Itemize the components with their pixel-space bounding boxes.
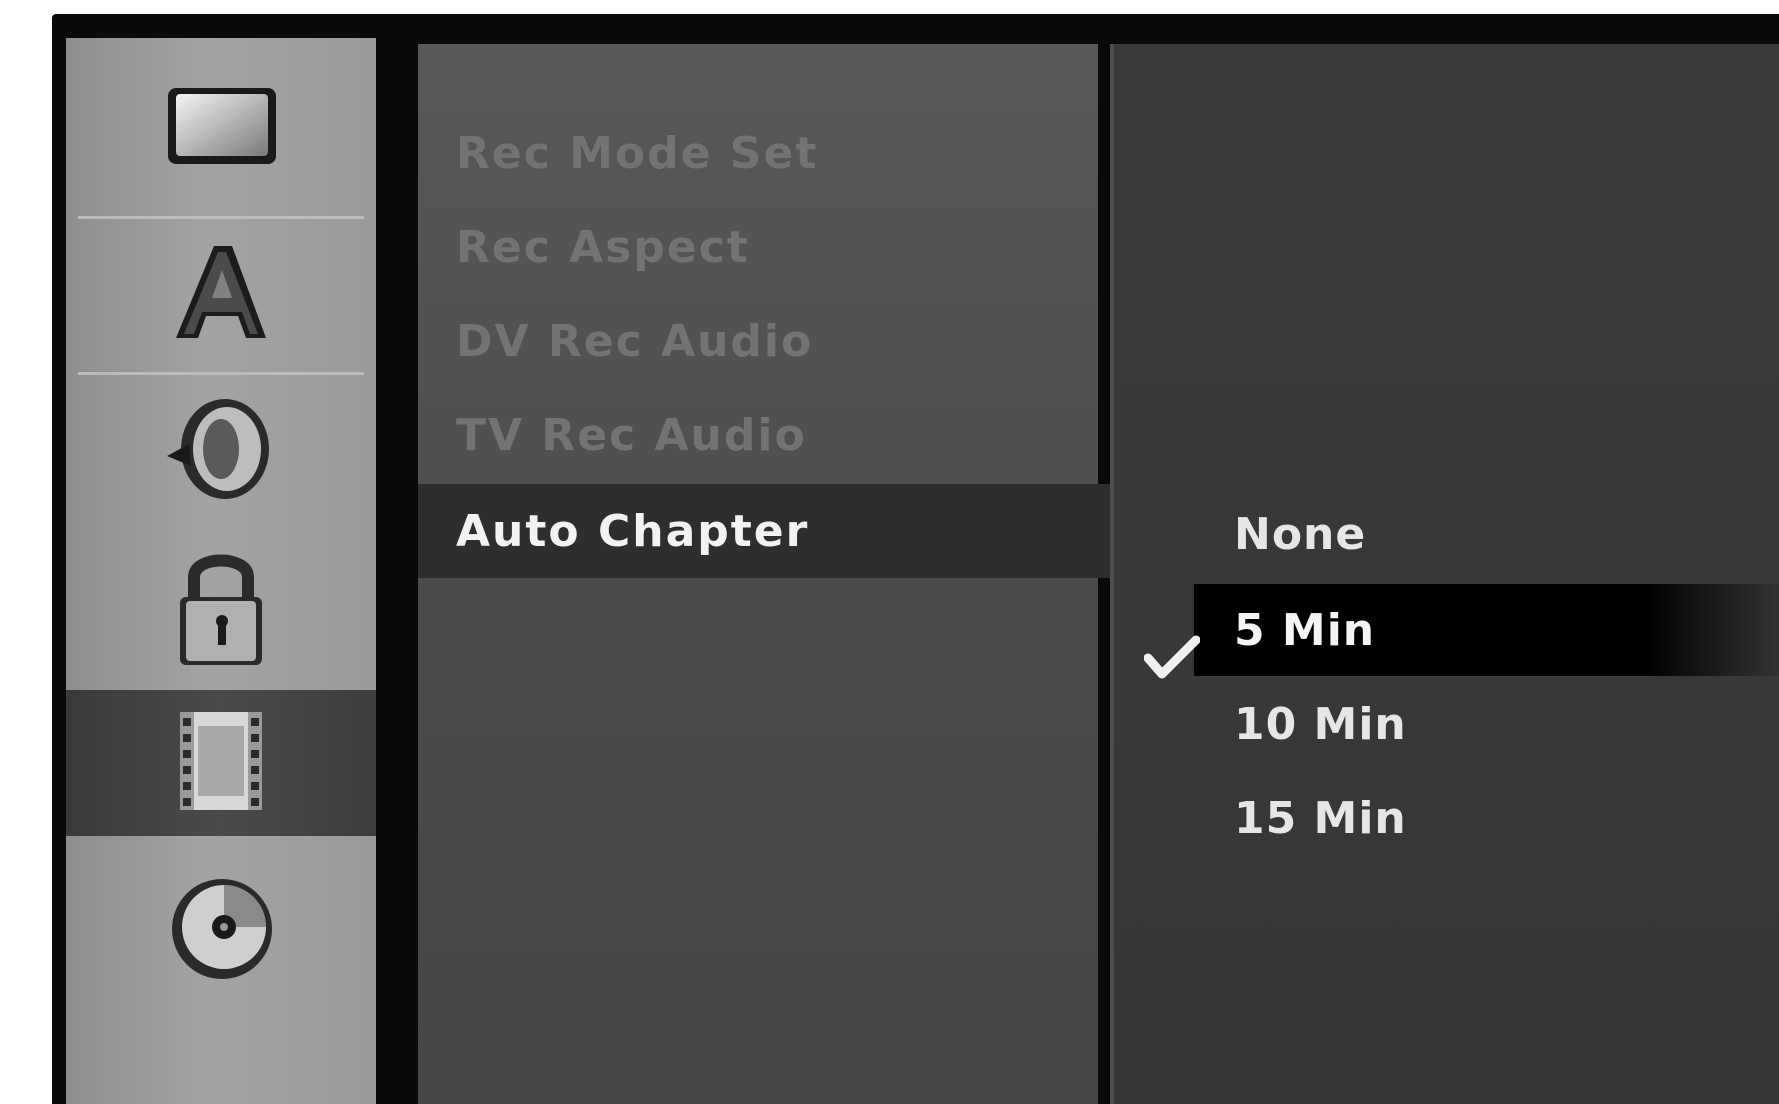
sidebar-item-recording[interactable] [66, 690, 376, 836]
language-icon [166, 238, 276, 352]
auto-chapter-options: None 5 Min 10 Min 15 Min [1110, 44, 1779, 1104]
sidebar-item-language[interactable] [66, 220, 376, 370]
menu-item-auto-chapter[interactable]: Auto Chapter [418, 484, 1138, 578]
lock-icon [166, 541, 276, 675]
osd-setup-menu: Rec Mode Set Rec Aspect DV Rec Audio TV … [52, 14, 1779, 1104]
option-none[interactable]: None [1114, 488, 1674, 580]
menu-item-dv-rec-audio: DV Rec Audio [456, 315, 814, 367]
category-sidebar [66, 38, 376, 1104]
option-15-min[interactable]: 15 Min [1114, 772, 1674, 864]
sidebar-item-display[interactable] [66, 38, 376, 214]
menu-item-tv-rec-audio: TV Rec Audio [456, 409, 807, 461]
option-5-min[interactable]: 5 Min [1194, 584, 1779, 676]
checkmark-icon [1142, 628, 1202, 688]
sidebar-item-lock[interactable] [66, 526, 376, 690]
setup-menu-list: Rec Mode Set Rec Aspect DV Rec Audio TV … [418, 44, 1138, 1104]
sidebar-item-disc[interactable] [66, 836, 376, 1104]
recording-icon [166, 706, 276, 820]
sidebar-item-audio[interactable] [66, 376, 376, 526]
menu-item-rec-mode-set: Rec Mode Set [456, 127, 819, 179]
menu-item-rec-aspect: Rec Aspect [456, 221, 750, 273]
option-10-min[interactable]: 10 Min [1114, 678, 1674, 770]
disc-icon [166, 873, 276, 987]
display-icon [156, 74, 286, 178]
audio-icon [161, 394, 281, 508]
